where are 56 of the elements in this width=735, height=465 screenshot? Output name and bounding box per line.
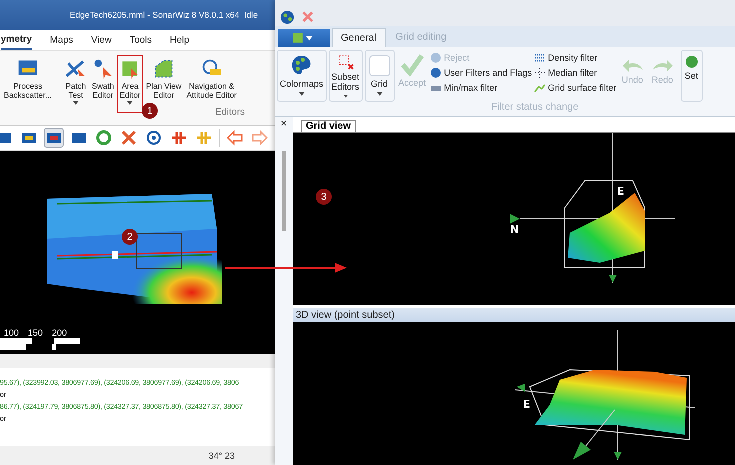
checkmark-icon xyxy=(400,53,424,77)
ribbon-button[interactable]: Set xyxy=(680,50,703,102)
target-icon xyxy=(146,130,162,146)
pane-close-button[interactable]: × xyxy=(280,117,288,131)
ribbon-button[interactable]: Grid xyxy=(364,50,395,102)
ribbon-button[interactable]: Colormaps xyxy=(277,50,327,102)
axis-label: E xyxy=(617,185,625,198)
app-menu-icon xyxy=(293,32,315,44)
toolbar-button[interactable] xyxy=(119,128,139,148)
close-icon xyxy=(121,130,137,146)
ribbon-button[interactable]: Median filter xyxy=(534,67,617,79)
caret-icon xyxy=(127,100,134,105)
ribbon-button[interactable]: Swath Editor xyxy=(90,55,116,113)
caret-icon xyxy=(73,100,80,105)
scale-label: 100 xyxy=(4,328,20,338)
ribbon-button[interactable]: Subset Editors xyxy=(328,50,363,102)
caret-icon xyxy=(342,95,349,98)
status-text: 34° 23 xyxy=(208,450,235,460)
ribbon-button[interactable]: Area Editor xyxy=(117,55,144,113)
scale-label: 200 xyxy=(52,328,68,338)
close-icon[interactable] xyxy=(301,10,315,24)
axis-label: E xyxy=(523,398,531,411)
view-tab[interactable]: Grid view xyxy=(301,120,356,132)
group-label: Editors xyxy=(215,107,245,118)
menu-tab[interactable]: Maps xyxy=(50,30,74,50)
toolbar-button[interactable] xyxy=(44,128,64,148)
menu-tab[interactable]: Help xyxy=(170,30,190,50)
scrollbar[interactable] xyxy=(282,151,286,231)
right-arrow-icon xyxy=(252,130,268,146)
window-title: EdgeTech6205.mml - SonarWiz 8 V8.0.1 x64 Idle xyxy=(70,10,258,20)
ribbon-button[interactable]: User Filters and Flags xyxy=(430,67,532,79)
scale-label: 150 xyxy=(28,328,44,338)
menu-tab[interactable]: Tools xyxy=(130,30,152,50)
toolbar-button[interactable] xyxy=(225,128,245,148)
left-arrow-icon xyxy=(227,130,243,146)
ribbon-button[interactable]: Patch Test xyxy=(63,55,90,113)
panel-title: 3D view (point subset) xyxy=(296,310,395,320)
caret-icon xyxy=(298,92,305,96)
toolbar-button[interactable] xyxy=(94,128,114,148)
ribbon-button[interactable]: Process Backscatter... xyxy=(2,55,54,113)
callout-badge: 1 xyxy=(142,103,158,119)
menu-tab[interactable]: View xyxy=(91,30,112,50)
ribbon-tab[interactable]: General xyxy=(332,28,386,47)
app-menu-button[interactable] xyxy=(278,29,330,47)
redo-icon xyxy=(650,58,675,74)
callout-badge: 3 xyxy=(316,189,332,205)
group-label: Filter status change xyxy=(491,102,579,113)
toolbar-button[interactable] xyxy=(144,128,164,148)
ribbon-button[interactable]: Min/max filter xyxy=(430,82,532,94)
plan-view-icon xyxy=(152,58,175,80)
ribbon-button[interactable]: Grid surface filter xyxy=(534,82,617,94)
caret-icon xyxy=(376,92,383,96)
axis-label: N xyxy=(510,223,520,236)
undo-icon xyxy=(620,58,645,74)
ribbon-button[interactable]: Density filter xyxy=(534,52,617,64)
globe-icon[interactable] xyxy=(280,10,295,24)
